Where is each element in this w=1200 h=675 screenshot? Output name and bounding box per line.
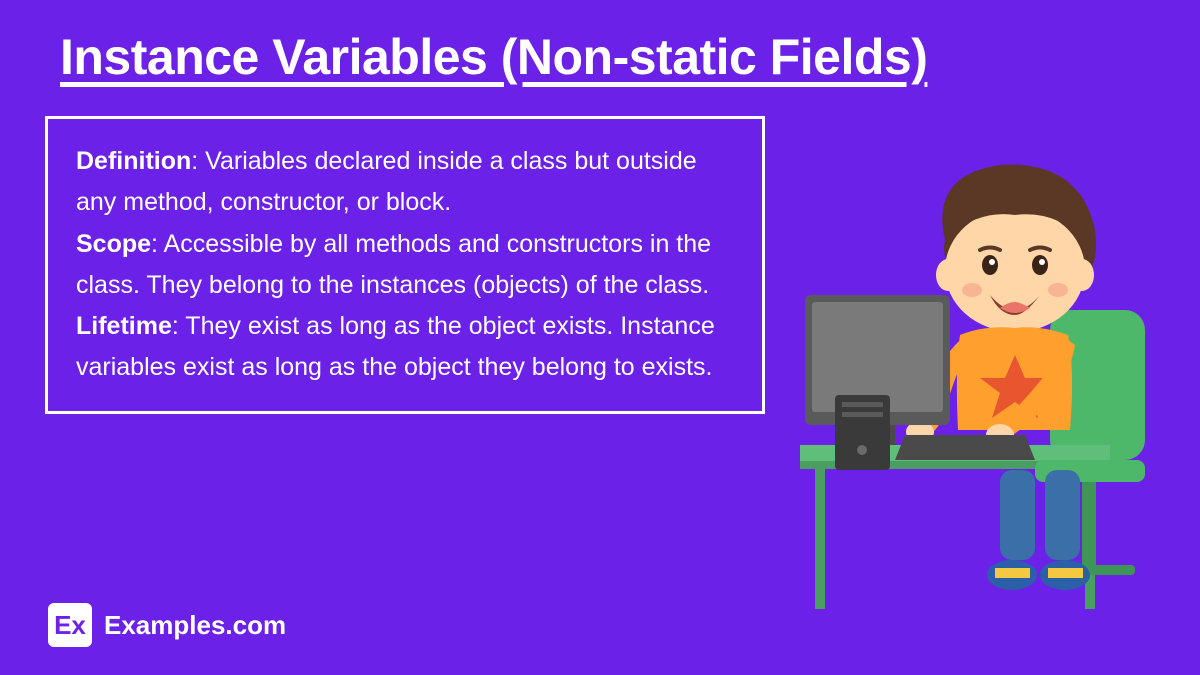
lifetime-text: : They exist as long as the object exist…: [76, 312, 715, 381]
scope-label: Scope: [76, 230, 151, 258]
boy-computer-illustration: [800, 140, 1180, 620]
definition-label: Definition: [76, 147, 191, 175]
footer-site: Examples.com: [104, 610, 286, 641]
content-text: Definition: Variables declared inside a …: [76, 141, 734, 389]
scope-text: : Accessible by all methods and construc…: [76, 230, 711, 299]
page-title: Instance Variables (Non-static Fields): [0, 0, 1200, 86]
logo-icon: Ex: [48, 603, 92, 647]
content-box: Definition: Variables declared inside a …: [45, 116, 765, 414]
footer: Ex Examples.com: [48, 603, 286, 647]
lifetime-label: Lifetime: [76, 312, 172, 340]
